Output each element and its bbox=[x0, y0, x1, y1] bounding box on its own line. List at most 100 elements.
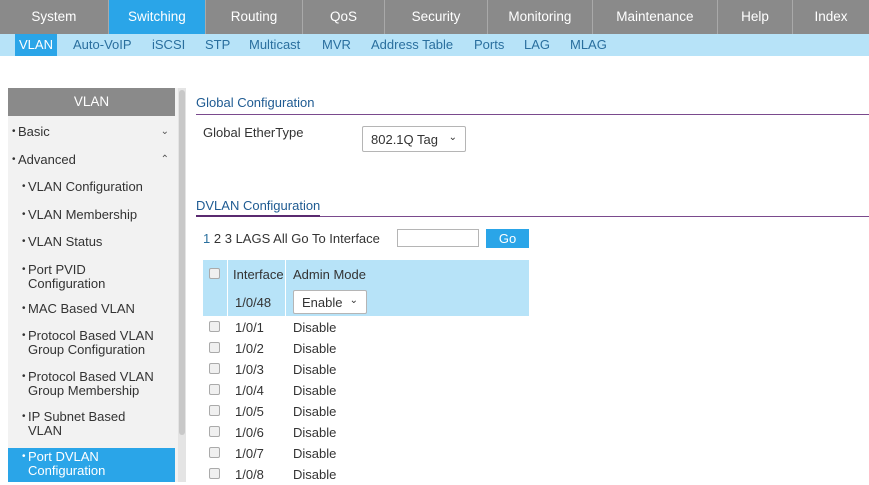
top-nav-qos[interactable]: QoS bbox=[303, 0, 385, 34]
table-row[interactable]: 1/0/1 Disable bbox=[203, 317, 529, 338]
row-checkbox[interactable] bbox=[209, 447, 220, 458]
row-checkbox[interactable] bbox=[209, 363, 220, 374]
row-checkbox[interactable] bbox=[209, 321, 220, 332]
sidebar-item-label-line: Configuration bbox=[28, 276, 106, 291]
table-row[interactable]: 1/0/3 Disable bbox=[203, 359, 529, 380]
top-nav-routing[interactable]: Routing bbox=[206, 0, 304, 34]
cell-admin-mode: Disable bbox=[293, 320, 337, 335]
top-nav-index[interactable]: Index bbox=[793, 0, 869, 34]
row-checkbox[interactable] bbox=[209, 405, 220, 416]
page-link-3[interactable]: 3 bbox=[225, 231, 232, 246]
goto-interface-input[interactable] bbox=[397, 229, 479, 247]
sidebar-item-label-line: Protocol Based VLAN bbox=[28, 369, 154, 384]
sidebar-item-label-line: VLAN bbox=[28, 423, 62, 438]
sidebar-item-label-line: Protocol Based VLAN bbox=[28, 328, 154, 343]
row-checkbox[interactable] bbox=[209, 426, 220, 437]
column-divider bbox=[227, 288, 228, 316]
sidebar-item-vlan-configuration[interactable]: • VLAN Configuration bbox=[8, 180, 175, 194]
sidebar-item-protocol-based-vlan-group-membership[interactable]: • Protocol Based VLAN Group Membership bbox=[8, 370, 175, 398]
sidebar-item-basic[interactable]: • Basic ⌄ bbox=[8, 125, 175, 139]
sidebar-scrollbar[interactable] bbox=[178, 88, 186, 482]
top-nav-maintenance[interactable]: Maintenance bbox=[593, 0, 718, 34]
page-link-lags[interactable]: LAGS bbox=[236, 231, 271, 246]
sidebar-item-label-line: MAC Based VLAN bbox=[28, 301, 135, 316]
sidebar-item-mac-based-vlan[interactable]: • MAC Based VLAN bbox=[8, 302, 175, 316]
go-button[interactable]: Go bbox=[486, 229, 529, 248]
sub-nav-lag[interactable]: LAG bbox=[524, 34, 550, 56]
page-link-2[interactable]: 2 bbox=[214, 231, 221, 246]
cell-admin-mode: Disable bbox=[293, 446, 337, 461]
top-nav-security[interactable]: Security bbox=[385, 0, 488, 34]
chevron-down-icon[interactable]: ⌄ bbox=[161, 125, 169, 139]
table-row[interactable]: 1/0/2 Disable bbox=[203, 338, 529, 359]
cell-admin-mode: Disable bbox=[293, 362, 337, 377]
sidebar-item-ip-subnet-based-vlan[interactable]: • IP Subnet Based VLAN bbox=[8, 410, 175, 438]
sub-nav-ports[interactable]: Ports bbox=[474, 34, 504, 56]
cell-admin-mode: Disable bbox=[293, 341, 337, 356]
cell-admin-mode: Disable bbox=[293, 425, 337, 440]
sub-nav-vlan[interactable]: VLAN bbox=[15, 34, 57, 56]
sidebar: VLAN • Basic ⌄ • Advanced ⌃ • VLAN Configur… bbox=[8, 88, 186, 482]
column-divider bbox=[285, 260, 286, 288]
top-nav: System Switching Routing QoS Security Monitor… bbox=[0, 0, 869, 34]
section-divider bbox=[196, 114, 869, 115]
sidebar-item-label-line: Configuration bbox=[28, 463, 106, 478]
sub-nav-iscsi[interactable]: iSCSI bbox=[152, 34, 185, 56]
sidebar-item-label-line: VLAN Membership bbox=[28, 207, 138, 222]
page-link-1[interactable]: 1 bbox=[203, 231, 210, 246]
sidebar-item-protocol-based-vlan-group-configuration[interactable]: • Protocol Based VLAN Group Configuration bbox=[8, 329, 175, 357]
table-row[interactable]: 1/0/7 Disable bbox=[203, 443, 529, 464]
sidebar-item-label-line: Port PVID bbox=[28, 262, 86, 277]
top-nav-monitoring[interactable]: Monitoring bbox=[488, 0, 593, 34]
top-nav-help[interactable]: Help bbox=[718, 0, 793, 34]
sidebar-item-label: Port DVLAN Configuration bbox=[28, 450, 105, 478]
sub-nav: VLAN Auto-VoIP iSCSI STP Multicast MVR Address… bbox=[0, 34, 869, 56]
cell-interface: 1/0/4 bbox=[235, 383, 264, 398]
table-row[interactable]: 1/0/5 Disable bbox=[203, 401, 529, 422]
row-checkbox[interactable] bbox=[209, 468, 220, 479]
column-divider bbox=[285, 288, 286, 316]
cell-admin-mode: Disable bbox=[293, 404, 337, 419]
ethertype-value: 802.1Q Tag bbox=[371, 132, 438, 147]
sub-nav-address-table[interactable]: Address Table bbox=[371, 34, 453, 56]
sidebar-item-port-pvid-configuration[interactable]: • Port PVID Configuration bbox=[8, 263, 175, 291]
sidebar-title: VLAN bbox=[8, 88, 175, 116]
admin-mode-select[interactable]: Enable ⌄ bbox=[293, 290, 367, 314]
dvlan-config-title: DVLAN Configuration bbox=[196, 198, 321, 213]
sub-nav-multicast[interactable]: Multicast bbox=[249, 34, 300, 56]
ethertype-select[interactable]: 802.1Q Tag ⌄ bbox=[362, 126, 466, 152]
top-nav-system[interactable]: System bbox=[0, 0, 109, 34]
sidebar-item-label: VLAN Membership bbox=[28, 208, 137, 222]
sub-nav-mvr[interactable]: MVR bbox=[322, 34, 351, 56]
sub-nav-stp[interactable]: STP bbox=[205, 34, 230, 56]
cell-admin-mode: Disable bbox=[293, 383, 337, 398]
column-header-admin-mode[interactable]: Admin Mode bbox=[293, 267, 366, 282]
sidebar-item-label-line: Group Configuration bbox=[28, 342, 146, 357]
row-checkbox[interactable] bbox=[209, 384, 220, 395]
sidebar-item-label: VLAN Status bbox=[28, 235, 102, 249]
chevron-down-icon: ⌄ bbox=[448, 132, 457, 143]
sidebar-item-advanced[interactable]: • Advanced ⌃ bbox=[8, 153, 175, 167]
chevron-down-icon: ⌄ bbox=[349, 295, 358, 306]
column-header-interface[interactable]: Interface bbox=[233, 267, 284, 282]
sidebar-item-vlan-membership[interactable]: • VLAN Membership bbox=[8, 208, 175, 222]
sub-nav-mlag[interactable]: MLAG bbox=[570, 34, 607, 56]
sidebar-item-port-dvlan-configuration[interactable]: • Port DVLAN Configuration bbox=[8, 448, 175, 482]
pagination: 1 2 3 LAGS All Go To Interface bbox=[203, 231, 380, 246]
cell-interface: 1/0/2 bbox=[235, 341, 264, 356]
table-row[interactable]: 1/0/6 Disable bbox=[203, 422, 529, 443]
select-all-checkbox[interactable] bbox=[209, 268, 220, 279]
sidebar-item-label: VLAN Configuration bbox=[28, 180, 143, 194]
page-link-all[interactable]: All bbox=[273, 231, 287, 246]
sidebar-scroll-thumb[interactable] bbox=[179, 90, 185, 435]
sidebar-item-label-line: VLAN Configuration bbox=[28, 179, 143, 194]
sub-nav-auto-voip[interactable]: Auto-VoIP bbox=[73, 34, 132, 56]
sidebar-item-vlan-status[interactable]: • VLAN Status bbox=[8, 235, 175, 249]
table-row[interactable]: 1/0/4 Disable bbox=[203, 380, 529, 401]
top-nav-switching[interactable]: Switching bbox=[108, 0, 206, 34]
sidebar-item-label-line: VLAN Status bbox=[28, 234, 103, 249]
row-checkbox[interactable] bbox=[209, 342, 220, 353]
cell-interface: 1/0/8 bbox=[235, 467, 264, 482]
chevron-up-icon[interactable]: ⌃ bbox=[161, 153, 169, 167]
cell-interface: 1/0/5 bbox=[235, 404, 264, 419]
